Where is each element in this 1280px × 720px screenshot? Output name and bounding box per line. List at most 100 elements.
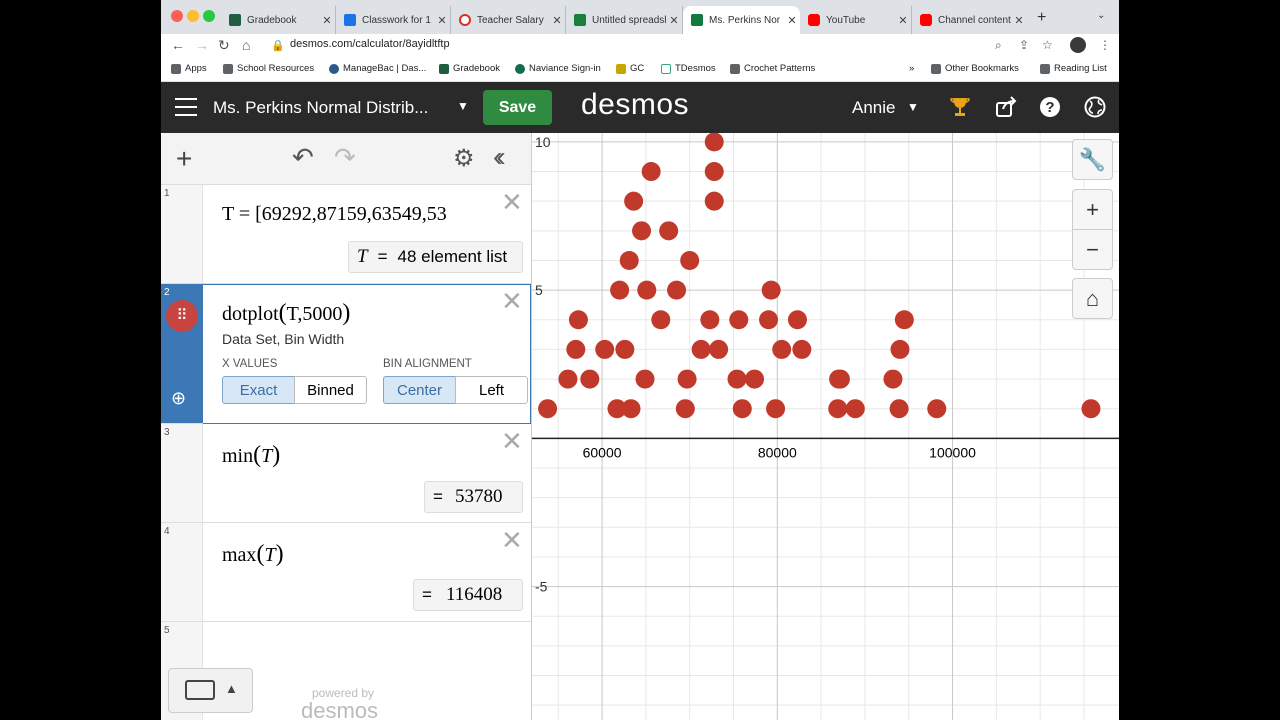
bookmark-item[interactable]: TDesmos <box>661 63 716 74</box>
expression-row[interactable]: 1 T = [69292,87159,63549,53 ✕ T = 48 ele… <box>161 185 531 284</box>
browser-tab[interactable]: Gradebook ✕ <box>221 6 336 34</box>
close-tab-icon[interactable]: ✕ <box>319 14 335 27</box>
back-icon[interactable]: ← <box>171 37 185 53</box>
browser-tab[interactable]: Channel content ✕ <box>912 6 1027 34</box>
evaluation-result: = 53780 <box>424 481 523 513</box>
left-option[interactable]: Left <box>455 376 528 404</box>
gradebook-icon <box>439 63 449 74</box>
bookmark-item[interactable]: Crochet Patterns <box>730 63 815 74</box>
trophy-icon[interactable] <box>948 95 972 119</box>
delete-expression-icon[interactable]: ✕ <box>501 426 523 457</box>
data-point <box>759 310 779 330</box>
managebac-icon <box>329 63 339 74</box>
default-viewport-home-button[interactable]: ⌂ <box>1072 278 1113 319</box>
close-tab-icon[interactable]: ✕ <box>784 14 800 27</box>
add-item-icon[interactable]: + <box>176 143 192 175</box>
center-option[interactable]: Center <box>383 376 456 404</box>
tab-title: Gradebook <box>247 14 297 26</box>
reload-icon[interactable]: ↻ <box>218 37 230 54</box>
zoom-out-button[interactable]: − <box>1072 229 1113 270</box>
bookmark-apps[interactable]: Apps <box>171 63 207 74</box>
dotplot-chart[interactable]: 60000 80000 100000 10 5 -5 <box>532 133 1119 720</box>
graph-paper[interactable]: 60000 80000 100000 10 5 -5 🔧 + − ⌂ <box>532 133 1119 720</box>
expression-row-selected[interactable]: 2 ⠿ ⊕ dotplot(T,5000) Data Set, Bin Widt… <box>161 284 531 424</box>
y-tick-label: 10 <box>535 134 551 150</box>
expression-row[interactable]: 3 min(T) ✕ = 53780 <box>161 424 531 523</box>
tab-title: Ms. Perkins Nor <box>709 14 781 26</box>
caret-down-icon[interactable]: ▼ <box>457 99 469 113</box>
zoom-in-button[interactable]: + <box>1072 189 1113 230</box>
profile-avatar[interactable] <box>1070 37 1086 53</box>
expression-row[interactable]: 4 max(T) ✕ = 116408 <box>161 523 531 622</box>
hamburger-menu-icon[interactable] <box>175 98 197 116</box>
bookmark-item[interactable]: Naviance Sign-in <box>515 63 601 74</box>
bookmark-item[interactable]: Gradebook <box>439 63 500 74</box>
settings-gear-icon[interactable]: ⚙ <box>453 144 475 173</box>
caret-down-icon[interactable]: ▼ <box>907 100 919 114</box>
globe-icon[interactable] <box>1083 95 1107 119</box>
bookmark-star-icon[interactable]: ☆ <box>1042 38 1053 52</box>
user-menu[interactable]: Annie <box>852 98 895 118</box>
exact-option[interactable]: Exact <box>222 376 295 404</box>
binned-option[interactable]: Binned <box>294 376 367 404</box>
data-point <box>538 399 558 419</box>
browser-tab[interactable]: Classwork for 1 ✕ <box>336 6 451 34</box>
delete-expression-icon[interactable]: ✕ <box>501 286 523 317</box>
data-point <box>641 162 661 182</box>
close-tab-icon[interactable]: ✕ <box>666 14 682 27</box>
browser-tab[interactable]: Teacher Salary ✕ <box>451 6 566 34</box>
close-tab-icon[interactable]: ✕ <box>1011 14 1027 27</box>
close-window-button[interactable] <box>171 10 183 22</box>
new-tab-icon[interactable]: + <box>1037 9 1046 27</box>
save-button[interactable]: Save <box>483 90 552 125</box>
expression-math[interactable]: dotplot(T,5000) <box>222 300 350 327</box>
collapse-panel-icon[interactable]: ‹‹ <box>493 141 505 173</box>
forward-icon[interactable]: → <box>195 37 209 53</box>
data-point <box>700 310 720 330</box>
data-point <box>610 280 630 300</box>
home-icon[interactable]: ⌂ <box>242 37 250 53</box>
zoom-fit-icon[interactable]: ⊕ <box>171 388 186 409</box>
data-point <box>792 339 812 359</box>
data-point <box>704 133 724 152</box>
keypad-toggle-button[interactable]: ▲ <box>168 668 253 713</box>
share-icon[interactable] <box>994 95 1018 119</box>
browser-tab[interactable]: Untitled spreadsh ✕ <box>566 6 683 34</box>
graph-title[interactable]: Ms. Perkins Normal Distrib... <box>213 98 428 118</box>
bookmarks-overflow[interactable]: » <box>909 63 914 74</box>
url-bar[interactable]: desmos.com/calculator/8ayidltftp <box>290 38 450 50</box>
browser-tab-active[interactable]: Ms. Perkins Nor ✕ <box>683 6 800 34</box>
menu-dots-icon[interactable]: ⋮ <box>1099 38 1111 52</box>
data-point <box>889 399 909 419</box>
browser-tab[interactable]: YouTube ✕ <box>800 6 912 34</box>
paren: ) <box>272 442 281 468</box>
youtube-favicon-icon <box>808 14 820 26</box>
reading-list[interactable]: Reading List <box>1040 63 1107 74</box>
bookmark-item[interactable]: School Resources <box>223 63 314 74</box>
close-tab-icon[interactable]: ✕ <box>434 14 450 27</box>
delete-expression-icon[interactable]: ✕ <box>501 187 523 218</box>
expression-math[interactable]: min(T) <box>222 442 280 469</box>
graph-settings-wrench-button[interactable]: 🔧 <box>1072 139 1113 180</box>
expression-math[interactable]: T = [69292,87159,63549,53 <box>222 203 447 226</box>
close-tab-icon[interactable]: ✕ <box>895 14 911 27</box>
data-point <box>761 280 781 300</box>
lock-icon[interactable]: 🔒 <box>271 39 285 52</box>
bookmark-item[interactable]: ManageBac | Das... <box>329 63 426 74</box>
desmos-header: Ms. Perkins Normal Distrib... ▼ Save des… <box>161 82 1119 133</box>
undo-icon[interactable]: ↶ <box>292 142 314 173</box>
tab-search-icon[interactable]: ⌄ <box>1097 10 1105 21</box>
maximize-window-button[interactable] <box>203 10 215 22</box>
share-icon[interactable]: ⇪ <box>1019 38 1029 52</box>
data-point <box>766 399 786 419</box>
zoom-icon[interactable]: ⌕ <box>995 38 1002 53</box>
bookmark-item[interactable]: GC <box>616 63 644 74</box>
minimize-window-button[interactable] <box>187 10 199 22</box>
redo-icon[interactable]: ↷ <box>334 142 356 173</box>
dotplot-color-icon[interactable]: ⠿ <box>166 300 198 332</box>
close-tab-icon[interactable]: ✕ <box>549 14 565 27</box>
expression-math[interactable]: max(T) <box>222 541 284 568</box>
help-icon[interactable]: ? <box>1038 95 1062 119</box>
delete-expression-icon[interactable]: ✕ <box>501 525 523 556</box>
other-bookmarks[interactable]: Other Bookmarks <box>931 63 1019 74</box>
